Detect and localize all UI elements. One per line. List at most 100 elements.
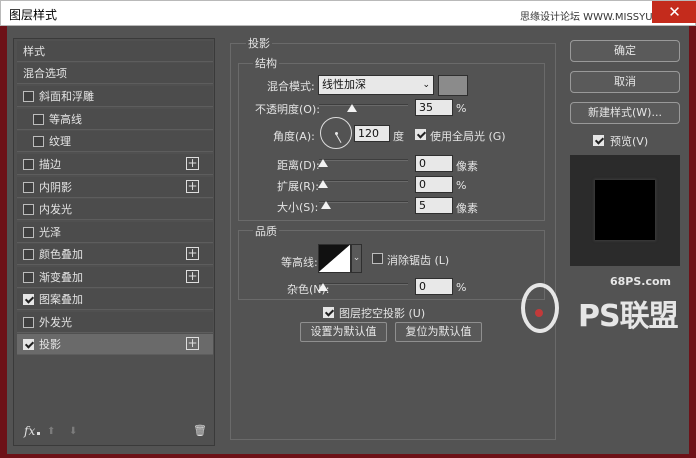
distance-label: 距离(D): [277,159,320,172]
distance-input[interactable]: 0 [415,155,453,172]
style-item-label: 光泽 [39,226,61,239]
size-input[interactable]: 5 [415,197,453,214]
style-item-label: 颜色叠加 [39,248,83,261]
close-button[interactable]: ✕ [652,1,696,23]
contour-dropdown-icon[interactable]: ⌄ [351,244,362,273]
add-effect-icon[interactable]: + [186,270,199,283]
distance-slider[interactable] [319,159,408,161]
cancel-button[interactable]: 取消 [570,71,680,93]
style-item-label: 渐变叠加 [39,271,83,284]
chevron-down-icon: ⌄ [422,80,430,90]
noise-slider[interactable] [319,283,408,285]
window-title: 图层样式 [9,8,58,22]
spread-slider-thumb[interactable] [318,180,328,188]
move-down-icon[interactable]: ⬇ [69,426,77,437]
distance-unit: 像素 [456,160,478,173]
preview-checkbox[interactable] [593,135,604,146]
global-light-checkbox[interactable] [415,129,426,140]
style-item-label: 纹理 [49,135,71,148]
style-checkbox[interactable] [23,227,34,238]
style-item[interactable]: 内发光 [17,199,213,220]
style-checkbox[interactable] [23,91,34,102]
add-effect-icon[interactable]: + [186,180,199,193]
global-light-label: 使用全局光 (G) [430,130,506,143]
style-item-label: 混合选项 [23,67,67,80]
style-checkbox[interactable] [23,317,34,328]
knockout-checkbox[interactable] [323,307,334,318]
distance-slider-thumb[interactable] [318,159,328,167]
style-checkbox[interactable] [23,249,34,260]
opacity-input[interactable]: 35 [415,99,453,116]
style-checkbox[interactable] [33,114,44,125]
style-item[interactable]: 外发光 [17,312,213,333]
blend-mode-select[interactable]: 线性加深 ⌄ [318,75,434,95]
style-item[interactable]: 样式 [17,41,213,62]
style-checkbox[interactable] [23,272,34,283]
opacity-slider-thumb[interactable] [347,104,357,112]
style-item-label: 等高线 [49,113,82,126]
size-slider[interactable] [319,201,408,203]
style-item[interactable]: 等高线 [17,109,213,130]
trash-icon[interactable]: 🗑 [193,424,207,437]
style-item[interactable]: 光泽 [17,222,213,243]
spread-slider[interactable] [319,180,408,182]
style-checkbox[interactable] [23,204,34,215]
style-checkbox[interactable] [23,159,34,170]
style-checkbox[interactable] [23,182,34,193]
style-item-label: 图案叠加 [39,293,83,306]
ok-button[interactable]: 确定 [570,40,680,62]
style-item[interactable]: 图案叠加 [17,289,213,310]
reset-default-button[interactable]: 复位为默认值 [395,322,482,342]
style-item[interactable]: 描边 + [17,154,213,175]
style-item[interactable]: 斜面和浮雕 [17,86,213,107]
add-effect-icon[interactable]: + [186,337,199,350]
style-checkbox[interactable] [33,136,44,147]
angle-input[interactable]: 120 [354,125,390,142]
fx-icon[interactable]: fx [24,424,35,438]
spread-label: 扩展(R): [277,180,319,193]
set-default-button[interactable]: 设置为默认值 [300,322,387,342]
quality-title: 品质 [253,223,279,239]
opacity-slider[interactable] [319,104,408,106]
style-checkbox[interactable] [23,339,34,350]
style-item[interactable]: 渐变叠加 + [17,267,213,288]
angle-dial[interactable] [320,117,352,149]
shadow-color-swatch[interactable] [438,75,468,96]
move-up-icon[interactable]: ⬆ [47,426,55,437]
structure-title: 结构 [253,55,279,71]
noise-unit: % [456,281,467,294]
style-item[interactable]: 混合选项 [17,63,213,84]
style-item[interactable]: 颜色叠加 + [17,244,213,265]
anti-alias-checkbox[interactable] [372,253,383,264]
preview-label: 预览(V) [610,135,649,148]
section-title: 投影 [246,35,272,51]
noise-input[interactable]: 0 [415,278,453,295]
new-style-button[interactable]: 新建样式(W)... [570,102,680,124]
logo-icon [521,283,559,333]
style-item-label: 外发光 [39,316,72,329]
style-item[interactable]: 投影 + [17,334,213,355]
spread-input[interactable]: 0 [415,176,453,193]
opacity-unit: % [456,102,467,115]
noise-slider-thumb[interactable] [318,283,328,291]
size-slider-thumb[interactable] [321,201,331,209]
style-item-label: 内发光 [39,203,72,216]
angle-dial-center [335,132,338,135]
anti-alias-label: 消除锯齿 (L) [387,254,450,267]
size-unit: 像素 [456,202,478,215]
spread-unit: % [456,179,467,192]
preview-square [595,180,655,240]
title-bar: 图层样式 思缘设计论坛 WWW.MISSYUAN.COM ✕ [0,0,696,26]
style-preview [570,155,680,266]
size-label: 大小(S): [277,201,319,214]
style-item-label: 投影 [39,338,61,351]
add-effect-icon[interactable]: + [186,157,199,170]
blend-mode-label: 混合模式: [267,80,315,93]
add-effect-icon[interactable]: + [186,247,199,260]
style-item[interactable]: 内阴影 + [17,177,213,198]
style-checkbox[interactable] [23,294,34,305]
contour-preview[interactable] [318,244,351,273]
knockout-label: 图层挖空投影 (U) [339,307,426,320]
style-item[interactable]: 纹理 [17,131,213,152]
fx-dropdown-icon [37,432,40,435]
